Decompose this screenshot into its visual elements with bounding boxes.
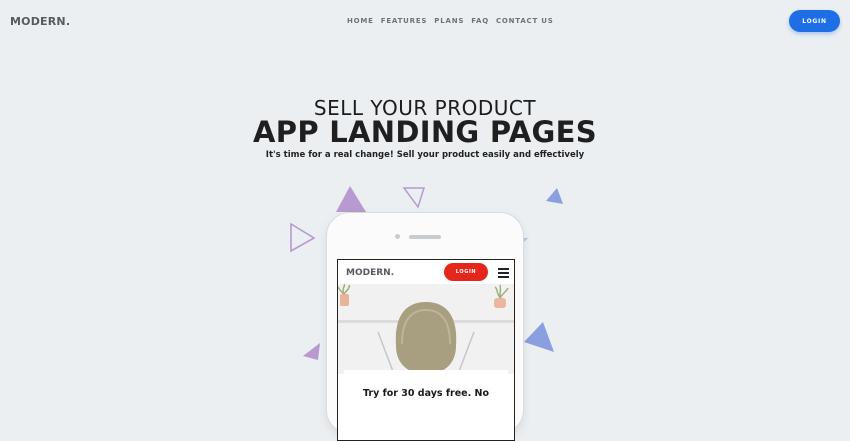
nav-home[interactable]: HOME — [347, 17, 374, 25]
triangle-shape — [336, 186, 366, 212]
hamburger-menu-icon — [498, 268, 509, 280]
phone-login-button: LOGIN — [444, 263, 488, 281]
site-logo[interactable]: MODERN. — [10, 15, 70, 28]
phone-screen-header: MODERN. LOGIN — [338, 260, 514, 284]
triangle-shape — [290, 222, 316, 253]
phone-logo: MODERN. — [346, 268, 395, 278]
chair-illustration — [338, 283, 514, 375]
triangle-shape — [303, 343, 320, 360]
phone-speaker — [409, 235, 441, 239]
phone-hero-image — [338, 283, 514, 375]
phone-trial-text: Try for 30 days free. No — [363, 388, 489, 399]
phone-screen: MODERN. LOGIN Try for 30 days free. No — [337, 259, 515, 441]
nav-faq[interactable]: FAQ — [471, 17, 489, 25]
nav-features[interactable]: FEATURES — [381, 17, 428, 25]
nav-plans[interactable]: PLANS — [434, 17, 464, 25]
hero-description: It's time for a real change! Sell your p… — [265, 150, 585, 160]
triangle-shape — [524, 322, 554, 352]
main-nav: HOME FEATURES PLANS FAQ CONTACT US — [347, 17, 554, 25]
hero-title: APP LANDING PAGES — [253, 115, 597, 149]
phone-trial-card: Try for 30 days free. No — [344, 370, 508, 440]
login-button[interactable]: LOGIN — [789, 10, 840, 32]
triangle-shape — [546, 188, 563, 204]
triangle-shape — [402, 187, 426, 209]
phone-camera — [395, 234, 400, 239]
phone-mockup: MODERN. LOGIN Try for 30 days free. No — [326, 212, 524, 441]
nav-contact-us[interactable]: CONTACT US — [496, 17, 554, 25]
